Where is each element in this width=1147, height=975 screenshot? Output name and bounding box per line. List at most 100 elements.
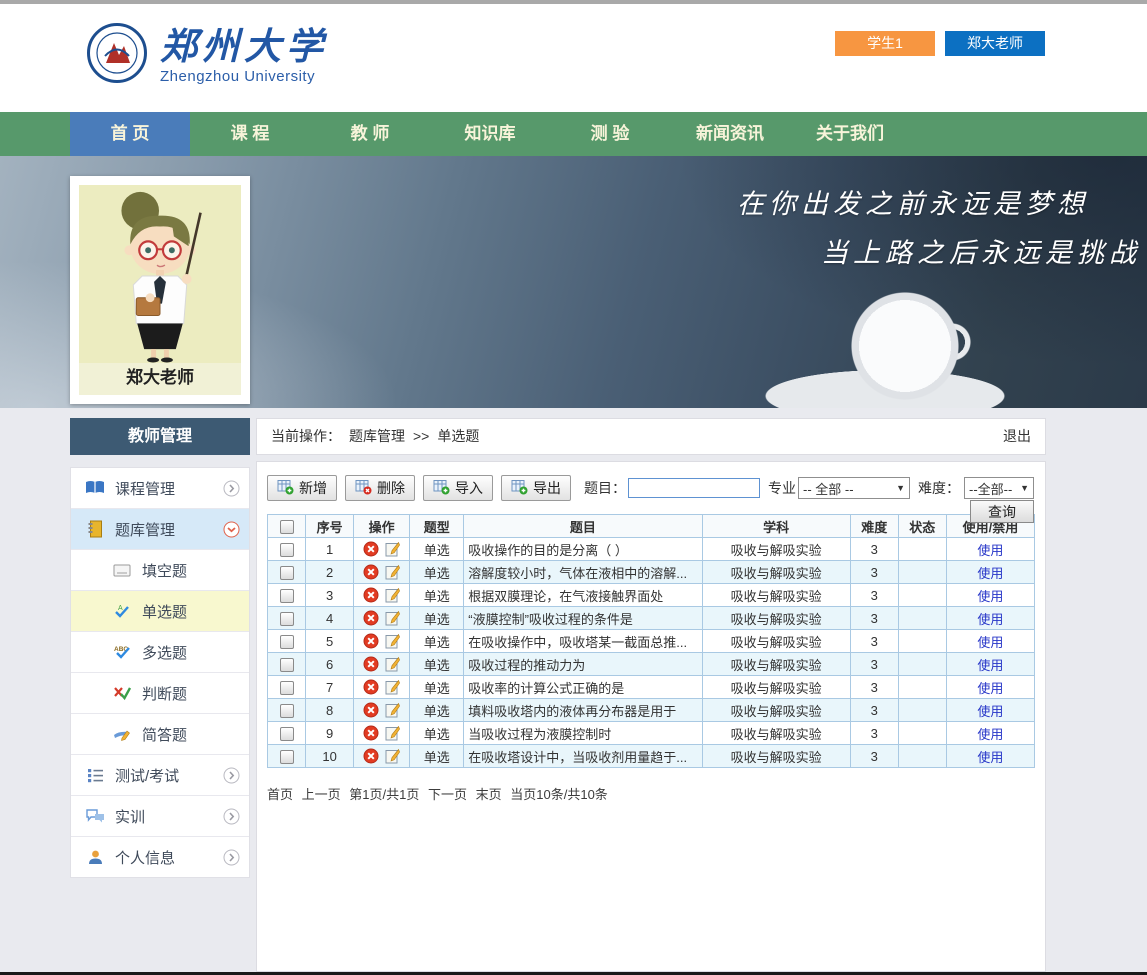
row-checkbox[interactable] (280, 658, 294, 672)
delete-row-icon[interactable] (363, 656, 379, 672)
edit-row-icon[interactable] (385, 679, 400, 695)
export-button[interactable]: 导出 (501, 475, 571, 501)
edit-row-icon[interactable] (385, 702, 400, 718)
usage-link[interactable]: 使用 (977, 658, 1003, 673)
delete-row-icon[interactable] (363, 541, 379, 557)
select-all-checkbox[interactable] (280, 520, 294, 534)
chevron-right-icon (223, 849, 240, 866)
row-type: 单选 (410, 630, 464, 653)
logout-link[interactable]: 退出 (1003, 419, 1031, 454)
nav-item-about[interactable]: 关于我们 (790, 112, 910, 156)
row-checkbox[interactable] (280, 704, 294, 718)
row-subject: 吸收与解吸实验 (702, 676, 850, 699)
row-checkbox[interactable] (280, 543, 294, 557)
row-usage-cell: 使用 (946, 538, 1034, 561)
delete-row-icon[interactable] (363, 748, 379, 764)
title-filter-input[interactable] (628, 478, 760, 498)
teacher-name: 郑大老师 (79, 363, 241, 395)
edit-row-icon[interactable] (385, 725, 400, 741)
pagination-prev[interactable]: 上一页 (302, 787, 341, 802)
edit-row-icon[interactable] (385, 564, 400, 580)
pagination-first[interactable]: 首页 (267, 787, 293, 802)
nav-item-knowledge[interactable]: 知识库 (430, 112, 550, 156)
sidebar-item-personal-info[interactable]: 个人信息 (71, 837, 249, 877)
row-operations (354, 722, 410, 745)
teacher-button[interactable]: 郑大老师 (945, 31, 1045, 56)
sidebar-item-fill-blank[interactable]: 填空题 (71, 550, 249, 591)
nav-item-courses[interactable]: 课 程 (190, 112, 310, 156)
nav-item-news[interactable]: 新闻资讯 (670, 112, 790, 156)
delete-row-icon[interactable] (363, 587, 379, 603)
edit-row-icon[interactable] (385, 748, 400, 764)
sidebar-item-tests-exams[interactable]: 测试/考试 (71, 755, 249, 796)
delete-row-icon[interactable] (363, 702, 379, 718)
row-checkbox[interactable] (280, 681, 294, 695)
row-checkbox[interactable] (280, 589, 294, 603)
row-checkbox[interactable] (280, 612, 294, 626)
sidebar-item-true-false[interactable]: 判断题 (71, 673, 249, 714)
import-button[interactable]: 导入 (423, 475, 493, 501)
sidebar-item-single-choice[interactable]: A 单选题 (71, 591, 249, 632)
row-status (898, 584, 946, 607)
delete-row-icon[interactable] (363, 610, 379, 626)
difficulty-select[interactable]: --全部-- ▼ (964, 477, 1034, 499)
usage-link[interactable]: 使用 (977, 543, 1003, 558)
sidebar-item-question-bank[interactable]: 题库管理 (71, 509, 249, 550)
delete-row-icon[interactable] (363, 564, 379, 580)
student-button[interactable]: 学生1 (835, 31, 935, 56)
usage-link[interactable]: 使用 (977, 635, 1003, 650)
row-seq: 1 (306, 538, 354, 561)
question-table: 序号 操作 题型 题目 学科 难度 状态 使用/禁用 1 单选 吸收操作的目的是… (267, 514, 1035, 768)
row-title: 吸收过程的推动力为 (464, 653, 702, 676)
add-button[interactable]: 新增 (267, 475, 337, 501)
edit-row-icon[interactable] (385, 610, 400, 626)
major-select[interactable]: -- 全部 -- ▼ (798, 477, 910, 499)
header-buttons: 学生1 郑大老师 (835, 31, 1045, 56)
row-checkbox[interactable] (280, 750, 294, 764)
sidebar-item-course-management[interactable]: 课程管理 (71, 468, 249, 509)
usage-link[interactable]: 使用 (977, 750, 1003, 765)
usage-link[interactable]: 使用 (977, 704, 1003, 719)
query-button[interactable]: 查询 (970, 500, 1034, 523)
row-check-cell (268, 745, 306, 768)
chevron-right-icon (223, 808, 240, 825)
edit-row-icon[interactable] (385, 633, 400, 649)
usage-link[interactable]: 使用 (977, 681, 1003, 696)
table-row: 10 单选 在吸收塔设计中，当吸收剂用量趋于... 吸收与解吸实验 3 使用 (268, 745, 1035, 768)
row-status (898, 699, 946, 722)
page: 郑州大学 Zhengzhou University 学生1 郑大老师 首 页 课… (0, 0, 1147, 975)
delete-row-icon[interactable] (363, 725, 379, 741)
logo-chinese: 郑州大学 (160, 26, 328, 66)
row-usage-cell: 使用 (946, 561, 1034, 584)
row-seq: 7 (306, 676, 354, 699)
delete-row-icon[interactable] (363, 679, 379, 695)
edit-row-icon[interactable] (385, 656, 400, 672)
breadcrumb-section[interactable]: 题库管理 (349, 428, 405, 444)
usage-link[interactable]: 使用 (977, 589, 1003, 604)
usage-link[interactable]: 使用 (977, 566, 1003, 581)
edit-row-icon[interactable] (385, 587, 400, 603)
row-subject: 吸收与解吸实验 (702, 538, 850, 561)
breadcrumb: 当前操作：题库管理>>单选题 退出 (256, 418, 1046, 455)
breadcrumb-separator: >> (413, 428, 429, 444)
nav-item-tests[interactable]: 测 验 (550, 112, 670, 156)
row-checkbox[interactable] (280, 727, 294, 741)
delete-button[interactable]: 删除 (345, 475, 415, 501)
row-check-cell (268, 538, 306, 561)
row-difficulty: 3 (850, 676, 898, 699)
row-usage-cell: 使用 (946, 607, 1034, 630)
sidebar-item-short-answer[interactable]: 简答题 (71, 714, 249, 755)
row-checkbox[interactable] (280, 566, 294, 580)
row-operations (354, 745, 410, 768)
row-checkbox[interactable] (280, 635, 294, 649)
sidebar-item-multi-choice[interactable]: ABC 多选题 (71, 632, 249, 673)
usage-link[interactable]: 使用 (977, 727, 1003, 742)
pagination-next[interactable]: 下一页 (428, 787, 467, 802)
usage-link[interactable]: 使用 (977, 612, 1003, 627)
pagination-last[interactable]: 末页 (476, 787, 502, 802)
edit-row-icon[interactable] (385, 541, 400, 557)
nav-item-home[interactable]: 首 页 (70, 112, 190, 156)
nav-item-teachers[interactable]: 教 师 (310, 112, 430, 156)
delete-row-icon[interactable] (363, 633, 379, 649)
sidebar-item-practical-training[interactable]: 实训 (71, 796, 249, 837)
